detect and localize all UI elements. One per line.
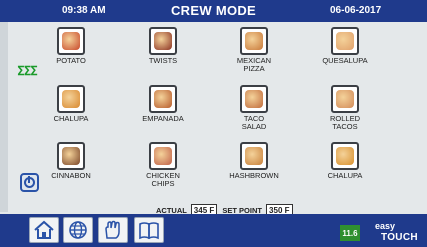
current-date: 06-06-2017	[330, 5, 382, 16]
food-image	[62, 32, 80, 50]
home-button[interactable]	[29, 217, 59, 243]
globe-button[interactable]	[63, 217, 93, 243]
food-image	[336, 147, 354, 165]
menu-item-thumbnail[interactable]	[240, 27, 268, 55]
menu-item-thumbnail[interactable]	[57, 85, 85, 113]
menu-item-thumbnail[interactable]	[240, 142, 268, 170]
food-image	[336, 32, 354, 50]
food-image	[336, 90, 354, 108]
brand-logo-bottom: TOUCH	[381, 232, 418, 243]
menu-item-label: HASHBROWN	[229, 171, 279, 180]
menu-item-label: EMPANADA	[142, 114, 184, 123]
left-strip	[0, 22, 8, 212]
menu-item-label: TWISTS	[148, 56, 178, 65]
menu-item-label: QUESALUPA	[322, 56, 368, 65]
menu-item-thumbnail[interactable]	[57, 142, 85, 170]
hand-icon	[105, 220, 120, 239]
top-bar: 09:38 AM CREW MODE 06-06-2017	[0, 0, 427, 22]
menu-item-label: MEXICAN PIZZA	[236, 56, 272, 73]
food-image	[245, 90, 263, 108]
menu-item-thumbnail[interactable]	[149, 142, 177, 170]
food-image	[154, 147, 172, 165]
menu-item-thumbnail[interactable]	[331, 142, 359, 170]
menu-item-thumbnail[interactable]	[149, 85, 177, 113]
book-icon	[139, 222, 159, 240]
book-button[interactable]	[134, 217, 164, 243]
food-image	[62, 90, 80, 108]
food-image	[245, 32, 263, 50]
menu-item-thumbnail[interactable]	[331, 85, 359, 113]
brand-logo-top: easy	[375, 221, 396, 231]
menu-item-thumbnail[interactable]	[331, 27, 359, 55]
food-image	[62, 147, 80, 165]
menu-item-label: CINNABON	[51, 171, 91, 180]
menu-item-label: CHICKEN CHIPS	[146, 171, 180, 188]
food-image	[154, 90, 172, 108]
manual-button[interactable]	[98, 217, 128, 243]
menu-item-thumbnail[interactable]	[240, 85, 268, 113]
menu-item-label: CHALUPA	[53, 114, 89, 123]
oven-screen: 09:38 AM CREW MODE 06-06-2017 ⵉⵉⵉ POTATO…	[0, 0, 427, 247]
menu-item-thumbnail[interactable]	[149, 27, 177, 55]
menu-item-label: TACO SALAD	[241, 114, 267, 131]
menu-item-thumbnail[interactable]	[57, 27, 85, 55]
version-badge: 11.6	[340, 225, 360, 241]
globe-icon	[69, 221, 87, 239]
menu-item-label: POTATO	[56, 56, 86, 65]
food-image	[154, 32, 172, 50]
menu-item-label: CHALUPA	[327, 171, 363, 180]
food-image	[245, 147, 263, 165]
menu-item-label: ROLLED TACOS	[329, 114, 360, 131]
home-icon	[34, 220, 54, 239]
heat-indicator-icon: ⵉⵉⵉ	[17, 64, 38, 78]
